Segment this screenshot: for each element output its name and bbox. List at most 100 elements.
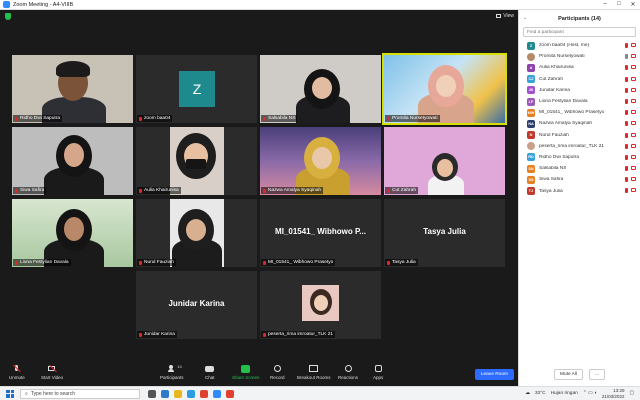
video-tile-tasya[interactable]: Tasya Julia Tasya Julia [384,199,505,267]
window-controls: – □ ✕ [598,1,640,8]
muted-mic-icon [139,116,142,121]
video-tile-junidar[interactable]: Junidar Karina Junidar Karina [136,271,257,339]
video-off-icon [631,121,636,126]
temperature: 33°C [534,391,546,396]
video-feed [136,199,257,267]
participant-name-label: zoom baa04 [137,115,173,122]
participant-status [625,54,636,60]
muted-mic-icon [625,110,628,116]
record-button[interactable]: Record [270,365,285,380]
muted-mic-icon [625,166,628,172]
participant-row[interactable]: CZ Cut Zahrah [519,74,640,85]
video-tile-aulia[interactable]: Aulia Khairunisa [136,127,257,195]
shield-icon[interactable] [5,13,11,20]
participant-row[interactable]: MW MI_01541_ Wibhowo Prasetyo [519,107,640,118]
reactions-button[interactable]: Reactions [338,365,358,380]
participant-row[interactable]: SN Salsabila NS [519,163,640,174]
participant-row[interactable]: LF Liona Festylian Davala [519,96,640,107]
participant-row[interactable]: Promita Nursetyowati [519,51,640,62]
edge-icon[interactable] [161,389,169,398]
start-video-button[interactable]: Start Video [41,364,63,380]
participant-big-name: Tasya Julia [423,227,466,236]
maximize-icon[interactable]: □ [612,1,626,8]
video-feed [384,127,505,195]
reactions-icon [344,365,353,373]
video-tile-zoom-baa04[interactable]: Z zoom baa04 [136,55,257,123]
participants-icon: 14 [167,364,182,373]
clock[interactable]: 13:29 21/03/2022 [602,388,625,399]
share-screen-icon [241,365,251,373]
muted-mic-icon [139,332,142,337]
notifications-icon[interactable]: ▢ [629,391,634,396]
participant-row[interactable]: Zzoom baa04 (Host, me) [519,40,640,51]
minimize-icon[interactable]: – [598,1,612,8]
unmute-button[interactable]: Unmute [9,364,25,380]
video-tile-wibhowo[interactable]: MI_01541_ Wibhowo P... MI_01541_ Wibhowo… [260,199,381,267]
video-tile-nurul[interactable]: Nurul Fauziah [136,199,257,267]
participant-name: Ridho Dwi Saputra [539,154,579,160]
zoom-logo-icon [3,1,10,8]
participant-name-label: Cut Zahrah [385,187,418,194]
video-tile-ridho[interactable]: Ridho Dwi Saputra [12,55,133,123]
task-view-icon[interactable] [148,389,156,398]
taskbar-search[interactable]: ⌕ Type here to search [20,388,140,399]
file-explorer-icon[interactable] [174,389,182,398]
video-tile-cut-zahrah[interactable]: Cut Zahrah [384,127,505,195]
store-icon[interactable] [187,389,195,398]
video-tile-siwa[interactable]: Siwa Safira [12,127,133,195]
participant-row[interactable]: A Aulia Khairunisa [519,62,640,73]
participant-name: Nazwa Amalya Syaqinah [539,121,593,127]
windows-start-icon[interactable] [6,389,14,398]
view-button[interactable]: View [496,13,514,19]
muted-mic-icon [263,188,266,193]
close-icon[interactable]: ✕ [626,1,640,8]
video-tile-rima[interactable]: peserta_rima imroatur_TLK 21 [260,271,381,339]
muted-mic-icon [625,154,628,160]
muted-mic-icon [387,188,390,193]
avatar: SS [527,175,535,184]
video-tile-promita[interactable]: Promita Nursetyowati [382,53,507,125]
participant-status [625,98,636,104]
participant-row[interactable]: NA Nazwa Amalya Syaqinah [519,118,640,129]
leave-room-button[interactable]: Leave Room [474,369,514,380]
participant-search-input[interactable] [527,29,635,35]
muted-mic-icon [15,188,18,193]
participant-row[interactable]: RD Ridho Dwi Saputra [519,152,640,163]
grid-icon [496,14,502,18]
profile-photo [302,285,339,321]
participant-row[interactable]: peserta_rima imroatur_TLK 21 [519,141,640,152]
participant-row[interactable]: N Nurul Fauziah [519,130,640,141]
more-options-button[interactable]: ... [589,369,606,380]
video-off-icon [631,188,636,193]
chat-button[interactable]: Chat [205,365,215,380]
video-feed [384,55,505,123]
participant-name: Cut Zahrah [539,76,563,82]
participants-panel: ⌄ Participants (14) Zzoom baa04 (Host, m… [518,10,640,386]
apps-button[interactable]: Apps [373,365,383,380]
video-tile-nazwa[interactable]: Nazwa Amalya Syaqinah [260,127,381,195]
meeting-toolbar: Unmute Start Video 14 Participants Chat … [0,362,518,386]
participant-name: peserta_rima imroatur_TLK 21 [539,143,605,149]
system-tray: ☁ 33°C Hujan ringan ⌃ ▭ ◖ 13:29 21/03/20… [525,388,640,399]
participant-status [625,143,636,149]
share-screen-button[interactable]: Share Screen [232,365,260,380]
video-tile-salsabila[interactable]: Salsabila NS [260,55,381,123]
chrome-icon[interactable] [200,389,208,398]
video-tile-liona[interactable]: Liona Festylian Davala [12,199,133,267]
participant-name-label: Nurul Fauziah [137,259,176,266]
zoom-app-icon[interactable] [213,389,221,398]
chevron-down-icon[interactable]: ⌄ [523,15,527,21]
app-icon[interactable] [226,389,234,398]
participant-list: Zzoom baa04 (Host, me) Promita Nursetyowa… [519,40,640,197]
participants-button[interactable]: 14 Participants [160,364,184,380]
tray-icons[interactable]: ⌃ ▭ ◖ [583,391,597,396]
participant-row[interactable]: TJ Tasya Julia [519,185,640,196]
participant-status [625,87,636,93]
muted-mic-icon [625,87,628,93]
participant-row[interactable]: JK Junidar Karina [519,85,640,96]
mute-all-button[interactable]: Mute All [553,369,584,380]
breakout-rooms-button[interactable]: Breakout Rooms [297,365,331,380]
participant-status [625,154,636,160]
participant-row[interactable]: SS Siwa Safira [519,174,640,185]
participant-search[interactable] [523,27,636,37]
